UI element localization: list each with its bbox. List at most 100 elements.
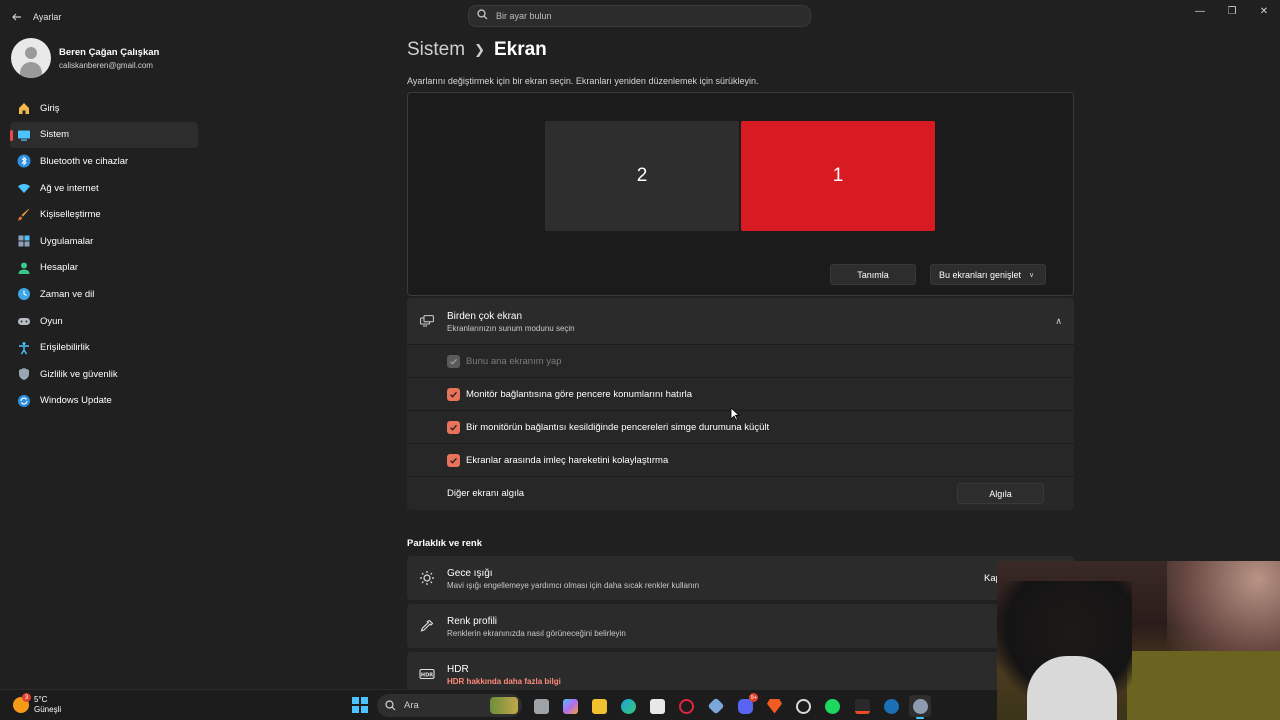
taskbar-app-brave[interactable] <box>764 695 786 717</box>
option-row-remember-window: Monitör bağlantısına göre pencere konuml… <box>407 377 1074 410</box>
taskbar-app-steam[interactable] <box>880 695 902 717</box>
breadcrumb: Sistem ❯ Ekran <box>407 39 547 61</box>
discord-badge: 9+ <box>749 693 759 702</box>
weather-temperature: 5°C <box>34 695 48 704</box>
minimize-icon[interactable]: — <box>1184 0 1216 22</box>
system-display-icon <box>17 128 31 142</box>
night-light-title: Gece ışığı <box>447 568 493 579</box>
option-label: Ekranlar arasında imleç hareketini kolay… <box>466 454 669 466</box>
page-title: Ekran <box>493 39 547 60</box>
color-profile-title: Renk profili <box>447 616 498 627</box>
user-profile[interactable]: Beren Çağan Çalışkan caliskanberen@gmail… <box>11 38 159 78</box>
network-app-icon <box>707 697 725 715</box>
copilot-icon <box>562 698 578 714</box>
taskbar-app-store[interactable] <box>647 695 669 717</box>
option-label: Monitör bağlantısına göre pencere konuml… <box>466 388 693 400</box>
start-button[interactable] <box>352 697 368 713</box>
sidebar-item-label: Windows Update <box>40 395 112 407</box>
sidebar-item-label: Ağ ve internet <box>40 182 99 194</box>
bluetooth-icon <box>17 154 31 168</box>
sidebar-item-giris[interactable]: Giriş <box>10 95 198 122</box>
gamepad-icon <box>17 314 31 328</box>
hdr-learn-more-link[interactable]: HDR hakkında daha fazla bilgi <box>447 677 561 686</box>
checkbox-remember-window[interactable] <box>447 387 460 401</box>
task-view-icon <box>533 698 549 714</box>
taskbar-app-copilot[interactable] <box>559 695 581 717</box>
taskbar-app-edge[interactable] <box>618 695 640 717</box>
monitor-1-tile[interactable]: 1 <box>741 121 935 231</box>
sun-weather-icon: 3 <box>13 693 31 713</box>
option-label: Bunu ana ekranım yap <box>466 355 562 367</box>
title-bar: Ayarlar — ❐ ✕ <box>0 0 1280 34</box>
night-light-card[interactable]: Gece ışığı Mavi ışığı engellemeye yardım… <box>407 556 1074 600</box>
back-arrow-icon[interactable] <box>10 10 24 24</box>
sidebar-item-gaming[interactable]: Oyun <box>10 308 198 335</box>
multiple-displays-header[interactable]: Birden çok ekran Ekranlarınızın sunum mo… <box>407 298 1074 344</box>
color-profile-subtitle: Renklerin ekranınızda nasıl görüneceğini… <box>447 629 626 638</box>
sidebar-item-accounts[interactable]: Hesaplar <box>10 255 198 282</box>
settings-search-box[interactable] <box>468 5 811 27</box>
display-arrangement-description: Ayarlarını değiştirmek için bir ekran se… <box>407 76 759 86</box>
sidebar-item-privacy[interactable]: Gizlilik ve güvenlik <box>10 361 198 388</box>
taskbar-search[interactable]: Ara <box>377 694 522 717</box>
taskbar-app-chat[interactable] <box>793 695 815 717</box>
weather-condition: Güneşli <box>34 705 62 714</box>
identify-button[interactable]: Tanımla <box>830 264 916 285</box>
sidebar-item-apps[interactable]: Uygulamalar <box>10 228 198 255</box>
steam-icon <box>883 698 899 714</box>
display-mode-dropdown[interactable]: Bu ekranları genişlet ∨ <box>930 264 1046 285</box>
monitor-2-tile[interactable]: 2 <box>545 121 739 231</box>
brave-icon <box>767 698 782 714</box>
search-input[interactable] <box>496 11 796 21</box>
sidebar-item-windows-update[interactable]: Windows Update <box>10 388 198 415</box>
maximize-icon[interactable]: ❐ <box>1216 0 1248 22</box>
file-explorer-icon <box>591 698 607 714</box>
app-title: Ayarlar <box>33 12 62 22</box>
sidebar-item-label: Bluetooth ve cihazlar <box>40 155 129 167</box>
color-profile-card[interactable]: Renk profili Renklerin ekranınızda nasıl… <box>407 604 1074 648</box>
multiple-displays-subtitle: Ekranlarınızın sunum modunu seçin <box>447 324 575 333</box>
taskbar-app-task-view[interactable] <box>530 695 552 717</box>
sidebar-item-network[interactable]: Ağ ve internet <box>10 175 198 202</box>
taskbar-app-settings[interactable] <box>909 695 932 719</box>
hdr-card[interactable]: HDR HDR HDR hakkında daha fazla bilgi <box>407 652 1074 689</box>
weather-widget[interactable]: 3 5°C Güneşli <box>13 693 62 715</box>
option-row-ease-cursor: Ekranlar arasında imleç hareketini kolay… <box>407 443 1074 476</box>
taskbar-app-network[interactable] <box>705 695 727 717</box>
taskbar-app-opera-gx[interactable] <box>676 695 698 717</box>
display-mode-selected: Bu ekranları genişlet <box>939 269 1022 280</box>
sidebar-item-bluetooth[interactable]: Bluetooth ve cihazlar <box>10 148 198 175</box>
taskbar-app-discord[interactable]: 9+ <box>734 693 759 717</box>
search-icon <box>477 9 488 23</box>
sidebar-item-label: Gizlilik ve güvenlik <box>40 368 118 380</box>
home-icon <box>17 101 31 115</box>
shield-icon <box>17 367 31 381</box>
edge-icon <box>621 698 637 714</box>
checkbox-primary-display[interactable] <box>447 354 460 368</box>
apps-icon <box>17 234 31 248</box>
chevron-up-icon[interactable]: ∧ <box>1055 316 1062 327</box>
taskbar-app-spotify[interactable] <box>822 695 844 717</box>
checkbox-minimize-windows[interactable] <box>447 420 460 434</box>
sidebar-item-accessibility[interactable]: Erişilebilirlik <box>10 334 198 361</box>
close-icon[interactable]: ✕ <box>1248 0 1280 22</box>
taskbar-app-file-explorer[interactable] <box>588 695 610 717</box>
sidebar-item-personalization[interactable]: Kişiselleştirme <box>10 201 198 228</box>
checkbox-ease-cursor[interactable] <box>447 453 460 467</box>
detect-button[interactable]: Algıla <box>957 483 1044 504</box>
spotify-icon <box>825 698 841 714</box>
breadcrumb-parent[interactable]: Sistem <box>407 39 465 61</box>
sidebar-item-label: Oyun <box>40 315 63 327</box>
chevron-down-icon: ∨ <box>1029 271 1035 279</box>
option-label: Bir monitörün bağlantısı kesildiğinde pe… <box>466 421 770 433</box>
taskbar-app-media[interactable] <box>851 695 873 717</box>
sidebar-item-label: Zaman ve dil <box>40 288 95 300</box>
sidebar-item-sistem[interactable]: Sistem <box>10 121 198 149</box>
sun-icon <box>419 570 435 586</box>
multiple-displays-title: Birden çok ekran <box>447 311 523 322</box>
multiple-monitors-icon <box>420 315 434 327</box>
sidebar-item-label: Hesaplar <box>40 262 79 274</box>
sidebar-item-time-language[interactable]: Zaman ve dil <box>10 281 198 308</box>
night-light-subtitle: Mavi ışığı engellemeye yardımcı olması i… <box>447 581 700 590</box>
settings-icon <box>912 698 928 714</box>
